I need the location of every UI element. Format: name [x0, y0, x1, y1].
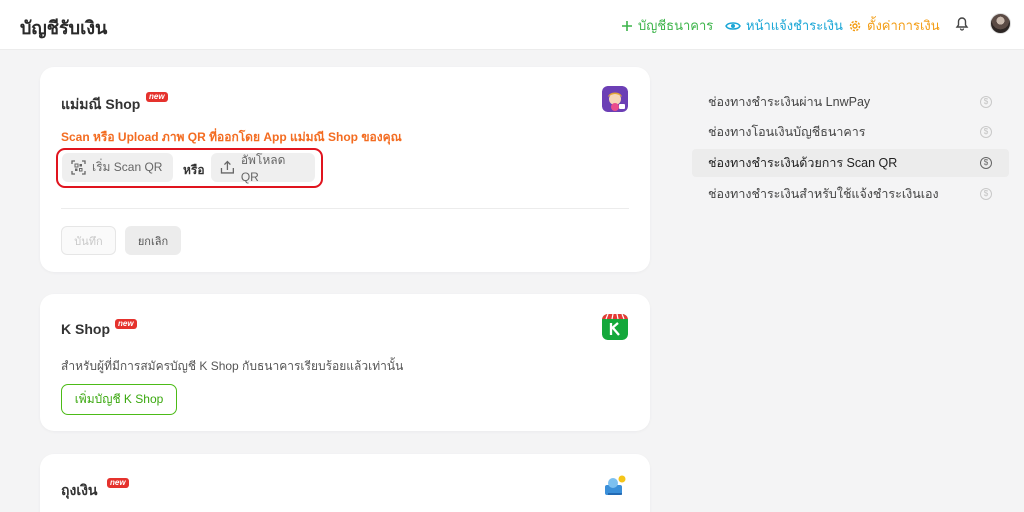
coin-icon: $ — [980, 157, 992, 169]
payment-notify-link[interactable]: หน้าแจ้งชำระเงิน — [725, 15, 843, 36]
new-badge: new — [107, 478, 129, 488]
page-title: บัญชีรับเงิน — [20, 18, 108, 38]
bank-account-label: บัญชีธนาคาร — [638, 18, 714, 33]
avatar[interactable] — [990, 13, 1011, 34]
or-label: หรือ — [183, 163, 205, 177]
kshop-description: สำหรับผู้ที่มีการสมัครบัญชี K Shop กับธน… — [61, 359, 404, 373]
mamanee-shop-logo — [602, 86, 628, 112]
bell-icon[interactable] — [955, 15, 969, 31]
new-badge: new — [115, 319, 137, 329]
sidebar-item-label: ช่องทางโอนเงินบัญชีธนาคาร — [708, 125, 866, 139]
sidebar-item-self-notify[interactable]: ช่องทางชำระเงินสำหรับใช้แจ้งชำระเงินเอง … — [692, 180, 1009, 208]
payment-notify-label: หน้าแจ้งชำระเงิน — [746, 18, 843, 33]
qr-scan-icon — [71, 160, 86, 175]
mamanee-shop-title: แม่มณี Shop — [61, 96, 141, 112]
kshop-card: K Shop new สำหรับผู้ที่มีการสมัครบัญชี K… — [40, 294, 650, 431]
coin-icon: $ — [980, 126, 992, 138]
divider — [61, 208, 629, 209]
finance-settings-label: ตั้งค่าการเงิน — [867, 18, 940, 33]
upload-qr-button[interactable]: อัพโหลด QR — [211, 153, 315, 184]
kshop-logo — [602, 314, 628, 340]
save-button[interactable]: บันทึก — [61, 226, 116, 255]
upload-qr-label: อัพโหลด QR — [240, 153, 286, 184]
qr-instruction: Scan หรือ Upload ภาพ QR ที่ออกโดย App แม… — [61, 130, 402, 144]
eye-icon — [725, 21, 741, 30]
upload-icon — [220, 160, 234, 174]
bank-account-link[interactable]: บัญชีธนาคาร — [621, 15, 713, 36]
plus-icon — [622, 20, 632, 31]
finance-settings-link[interactable]: ตั้งค่าการเงิน — [848, 15, 940, 36]
cancel-button[interactable]: ยกเลิก — [125, 226, 181, 255]
coin-icon: $ — [980, 188, 992, 200]
top-bar: บัญชีรับเงิน บัญชีธนาคาร หน้าแจ้งชำระเงิ… — [0, 0, 1024, 50]
coin-icon: $ — [980, 96, 992, 108]
sidebar-item-label: ช่องทางชำระเงินผ่าน LnwPay — [708, 95, 871, 109]
sidebar-item-label: ช่องทางชำระเงินสำหรับใช้แจ้งชำระเงินเอง — [708, 187, 939, 201]
kshop-title: K Shop — [61, 321, 110, 337]
start-scan-qr-label: เริ่ม Scan QR — [92, 160, 163, 174]
new-badge: new — [146, 92, 168, 102]
start-scan-qr-button[interactable]: เริ่ม Scan QR — [62, 153, 173, 182]
gear-icon — [849, 20, 861, 31]
add-kshop-account-button[interactable]: เพิ่มบัญชี K Shop — [61, 384, 177, 415]
sidebar-item-bank-transfer[interactable]: ช่องทางโอนเงินบัญชีธนาคาร $ — [692, 118, 1009, 146]
tungngern-card: ถุงเงิน new — [40, 454, 650, 512]
sidebar-item-label: ช่องทางชำระเงินด้วยการ Scan QR — [708, 156, 898, 170]
mamanee-shop-card: แม่มณี Shop new Scan หรือ Upload ภาพ QR … — [40, 67, 650, 272]
tungngern-logo — [605, 475, 626, 495]
sidebar-item-lnwpay[interactable]: ช่องทางชำระเงินผ่าน LnwPay $ — [692, 88, 1009, 116]
sidebar-item-scan-qr[interactable]: ช่องทางชำระเงินด้วยการ Scan QR $ — [692, 149, 1009, 177]
tungngern-title: ถุงเงิน — [61, 482, 98, 498]
